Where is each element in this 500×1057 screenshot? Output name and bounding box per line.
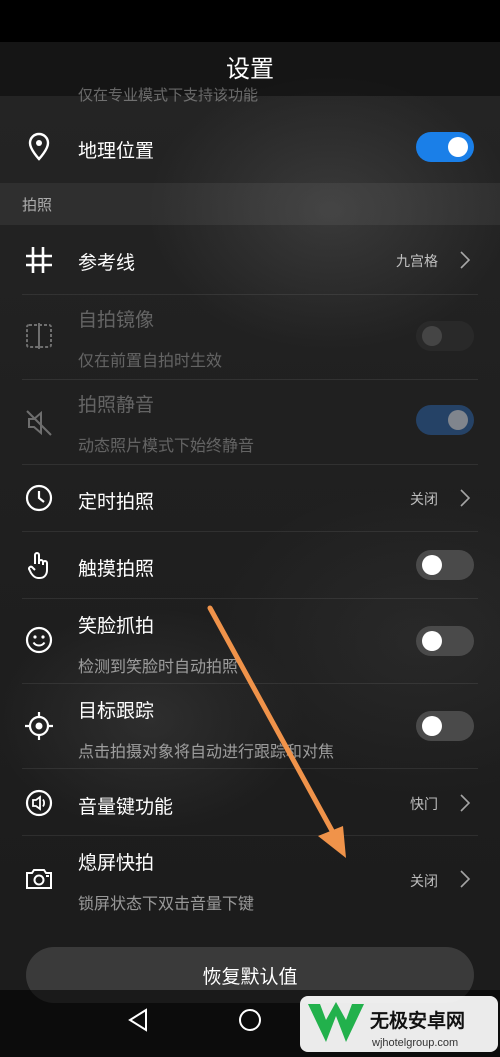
smile-toggle[interactable] bbox=[416, 626, 474, 656]
chevron-right-icon bbox=[460, 794, 471, 812]
setting-smile[interactable]: 笑脸抓拍 检测到笑脸时自动拍照 bbox=[0, 599, 500, 684]
section-label: 拍照 bbox=[22, 196, 53, 214]
setting-label: 参考线 bbox=[78, 252, 136, 274]
mirror-icon bbox=[26, 323, 52, 349]
setting-subtitle: 点击拍摄对象将自动进行跟踪和对焦 bbox=[78, 742, 335, 761]
camera-snapshot-icon bbox=[26, 869, 52, 889]
chevron-right-icon bbox=[460, 251, 471, 269]
target-icon bbox=[25, 712, 53, 740]
setting-label: 目标跟踪 bbox=[78, 700, 155, 722]
smile-face-icon bbox=[25, 626, 53, 654]
home-icon[interactable] bbox=[230, 1000, 270, 1040]
touch-toggle[interactable] bbox=[416, 550, 474, 580]
scrolled-hint-text: 仅在专业模式下支持该功能 bbox=[78, 86, 259, 104]
setting-label: 触摸拍照 bbox=[78, 558, 155, 580]
tracking-toggle[interactable] bbox=[416, 711, 474, 741]
touch-finger-icon bbox=[28, 552, 48, 579]
section-header-photo: 拍照 bbox=[0, 183, 500, 225]
back-icon[interactable] bbox=[118, 1000, 158, 1040]
setting-label: 拍照静音 bbox=[78, 394, 155, 416]
mute-toggle[interactable] bbox=[416, 405, 474, 435]
setting-timer[interactable]: 定时拍照 关闭 bbox=[0, 465, 500, 532]
location-pin-icon bbox=[28, 132, 50, 161]
grid-icon bbox=[26, 247, 52, 273]
setting-location[interactable]: 地理位置 bbox=[0, 112, 500, 182]
setting-subtitle: 检测到笑脸时自动拍照 bbox=[78, 657, 239, 676]
setting-label: 地理位置 bbox=[78, 140, 155, 162]
volume-icon bbox=[25, 789, 53, 817]
mirror-toggle[interactable] bbox=[416, 321, 474, 351]
setting-subtitle: 锁屏状态下双击音量下键 bbox=[78, 894, 255, 913]
setting-value: 快门 bbox=[410, 797, 438, 813]
setting-value: 关闭 bbox=[410, 492, 438, 508]
setting-subtitle: 仅在前置自拍时生效 bbox=[78, 351, 223, 370]
location-toggle[interactable] bbox=[416, 132, 474, 162]
chevron-right-icon bbox=[460, 489, 471, 507]
watermark-logo: 无极安卓网 wjhotelgroup.com bbox=[300, 996, 498, 1052]
setting-label: 自拍镜像 bbox=[78, 309, 155, 331]
status-bar bbox=[0, 0, 500, 42]
setting-value: 九宫格 bbox=[396, 254, 438, 270]
watermark-title: 无极安卓网 bbox=[370, 1009, 465, 1032]
watermark-url: wjhotelgroup.com bbox=[371, 1037, 458, 1049]
setting-tracking[interactable]: 目标跟踪 点击拍摄对象将自动进行跟踪和对焦 bbox=[0, 684, 500, 769]
setting-label: 音量键功能 bbox=[78, 796, 174, 818]
setting-mirror[interactable]: 自拍镜像 仅在前置自拍时生效 bbox=[0, 295, 500, 380]
clock-icon bbox=[25, 484, 53, 512]
setting-touch[interactable]: 触摸拍照 bbox=[0, 532, 500, 599]
setting-subtitle: 动态照片模式下始终静音 bbox=[78, 436, 255, 455]
setting-volume-key[interactable]: 音量键功能 快门 bbox=[0, 769, 500, 836]
setting-gridlines[interactable]: 参考线 九宫格 bbox=[0, 225, 500, 295]
setting-ultra-snapshot[interactable]: 熄屏快拍 锁屏状态下双击音量下键 关闭 bbox=[0, 836, 500, 921]
setting-label: 熄屏快拍 bbox=[78, 852, 155, 874]
setting-mute[interactable]: 拍照静音 动态照片模式下始终静音 bbox=[0, 380, 500, 465]
setting-label: 笑脸抓拍 bbox=[78, 615, 155, 637]
mute-icon bbox=[26, 410, 52, 436]
setting-label: 定时拍照 bbox=[78, 491, 155, 513]
chevron-right-icon bbox=[460, 870, 471, 888]
setting-value: 关闭 bbox=[410, 874, 438, 890]
